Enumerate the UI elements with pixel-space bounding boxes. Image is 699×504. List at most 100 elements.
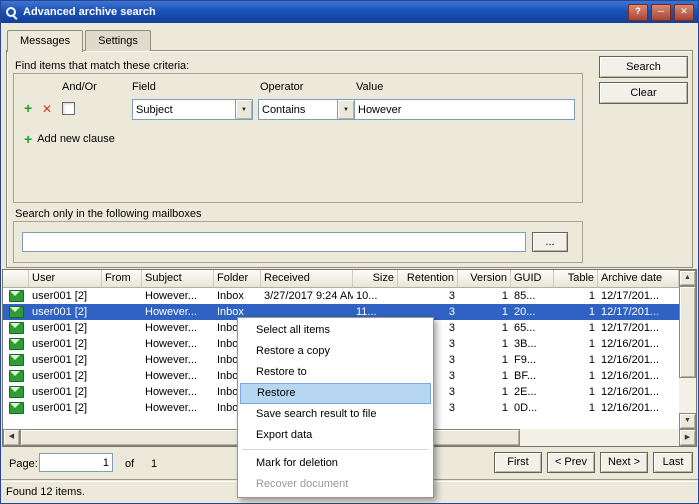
column-header-icon[interactable] (3, 270, 29, 288)
page-number-input[interactable] (39, 453, 113, 472)
scroll-up-icon[interactable]: ▲ (679, 270, 696, 286)
cell-archive_date: 12/16/201... (598, 338, 679, 350)
cell-archive_date: 12/16/201... (598, 402, 679, 414)
column-header-retention[interactable]: Retention (398, 270, 458, 288)
cell-version: 1 (458, 306, 511, 318)
cell-user: user001 [2] (29, 306, 102, 318)
cell-guid: 0D... (511, 402, 554, 414)
search-button[interactable]: Search (599, 56, 688, 78)
cell-user: user001 [2] (29, 402, 102, 414)
cell-guid: 85... (511, 290, 554, 302)
cell-archive_date: 12/17/201... (598, 322, 679, 334)
first-page-button[interactable]: First (494, 452, 542, 473)
scroll-right-icon[interactable]: ▶ (679, 429, 696, 446)
minimize-button[interactable]: ─ (651, 4, 671, 21)
mailboxes-label: Search only in the following mailboxes (15, 208, 202, 220)
mail-envelope-icon (3, 386, 29, 398)
column-label-andor: And/Or (62, 81, 97, 93)
cell-archive_date: 12/16/201... (598, 386, 679, 398)
clear-button[interactable]: Clear (599, 82, 688, 104)
last-page-button[interactable]: Last (653, 452, 693, 473)
clause-checkbox[interactable] (62, 102, 75, 115)
cell-size: 10... (353, 290, 398, 302)
messages-tab-page: Find items that match these criteria: Se… (6, 50, 693, 268)
cell-user: user001 [2] (29, 338, 102, 350)
value-input[interactable] (354, 99, 575, 120)
menu-item-export-data[interactable]: Export data (240, 425, 431, 446)
mail-envelope-icon (3, 402, 29, 414)
chevron-down-icon[interactable]: ▼ (235, 100, 252, 119)
cell-version: 1 (458, 322, 511, 334)
operator-select[interactable]: Contains ▼ (258, 99, 355, 120)
tab-settings[interactable]: Settings (85, 30, 151, 51)
menu-item-mark-for-deletion[interactable]: Mark for deletion (240, 453, 431, 474)
scroll-left-icon[interactable]: ◀ (3, 429, 20, 446)
titlebar: Advanced archive search ? ─ ✕ (1, 1, 698, 23)
mail-envelope-icon (3, 322, 29, 334)
cell-table: 1 (554, 354, 598, 366)
mailboxes-box: ... (13, 221, 583, 263)
column-header-folder[interactable]: Folder (214, 270, 261, 288)
chevron-down-icon[interactable]: ▼ (337, 100, 354, 119)
prev-page-button[interactable]: < Prev (547, 452, 595, 473)
column-header-guid[interactable]: GUID (511, 270, 554, 288)
mailboxes-input[interactable] (22, 232, 526, 252)
column-header-user[interactable]: User (29, 270, 102, 288)
column-label-field: Field (132, 81, 156, 93)
menu-item-restore[interactable]: Restore (240, 383, 431, 404)
cell-subject: However... (142, 338, 214, 350)
pagination-buttons: First < Prev Next > Last (494, 452, 693, 473)
table-row[interactable]: user001 [2]However...Inbox3/27/2017 9:24… (3, 288, 679, 304)
window-title: Advanced archive search (23, 6, 625, 18)
vertical-scroll-thumb[interactable] (679, 286, 696, 378)
column-header-size[interactable]: Size (353, 270, 398, 288)
browse-button[interactable]: ... (532, 232, 568, 252)
cell-archive_date: 12/16/201... (598, 370, 679, 382)
cell-subject: However... (142, 354, 214, 366)
vertical-scrollbar[interactable]: ▲ ▼ (679, 270, 696, 429)
column-header-archive-date[interactable]: Archive date (598, 270, 679, 288)
cell-version: 1 (458, 370, 511, 382)
close-button[interactable]: ✕ (674, 4, 694, 21)
menu-item-restore-a-copy[interactable]: Restore a copy (240, 341, 431, 362)
add-clause-icon[interactable]: + (24, 100, 32, 116)
next-page-button[interactable]: Next > (600, 452, 648, 473)
cell-guid: BF... (511, 370, 554, 382)
menu-item-restore-to[interactable]: Restore to (240, 362, 431, 383)
cell-archive_date: 12/16/201... (598, 354, 679, 366)
add-new-clause-link[interactable]: + Add new clause (24, 131, 115, 147)
column-header-received[interactable]: Received (261, 270, 353, 288)
cell-guid: F9... (511, 354, 554, 366)
total-pages: 1 (151, 458, 157, 470)
remove-clause-icon[interactable]: ✕ (42, 102, 52, 116)
of-label: of (125, 458, 134, 470)
menu-item-select-all-items[interactable]: Select all items (240, 320, 431, 341)
operator-select-value: Contains (259, 104, 337, 116)
column-header-subject[interactable]: Subject (142, 270, 214, 288)
cell-archive_date: 12/17/201... (598, 290, 679, 302)
menu-separator (242, 449, 429, 450)
cell-subject: However... (142, 386, 214, 398)
cell-version: 1 (458, 386, 511, 398)
column-header-table[interactable]: Table (554, 270, 598, 288)
help-button[interactable]: ? (628, 4, 648, 21)
cell-user: user001 [2] (29, 354, 102, 366)
cell-table: 1 (554, 370, 598, 382)
scroll-down-icon[interactable]: ▼ (679, 413, 696, 429)
cell-version: 1 (458, 354, 511, 366)
column-header-from[interactable]: From (102, 270, 142, 288)
results-header: User From Subject Folder Received Size R… (3, 270, 679, 288)
cell-version: 1 (458, 290, 511, 302)
cell-user: user001 [2] (29, 322, 102, 334)
cell-user: user001 [2] (29, 370, 102, 382)
column-header-version[interactable]: Version (458, 270, 511, 288)
cell-guid: 3B... (511, 338, 554, 350)
menu-item-save-search-result-to-file[interactable]: Save search result to file (240, 404, 431, 425)
cell-guid: 65... (511, 322, 554, 334)
cell-guid: 20... (511, 306, 554, 318)
field-select[interactable]: Subject ▼ (132, 99, 253, 120)
cell-table: 1 (554, 338, 598, 350)
tab-messages[interactable]: Messages (7, 30, 83, 52)
cell-table: 1 (554, 290, 598, 302)
mail-envelope-icon (3, 290, 29, 302)
